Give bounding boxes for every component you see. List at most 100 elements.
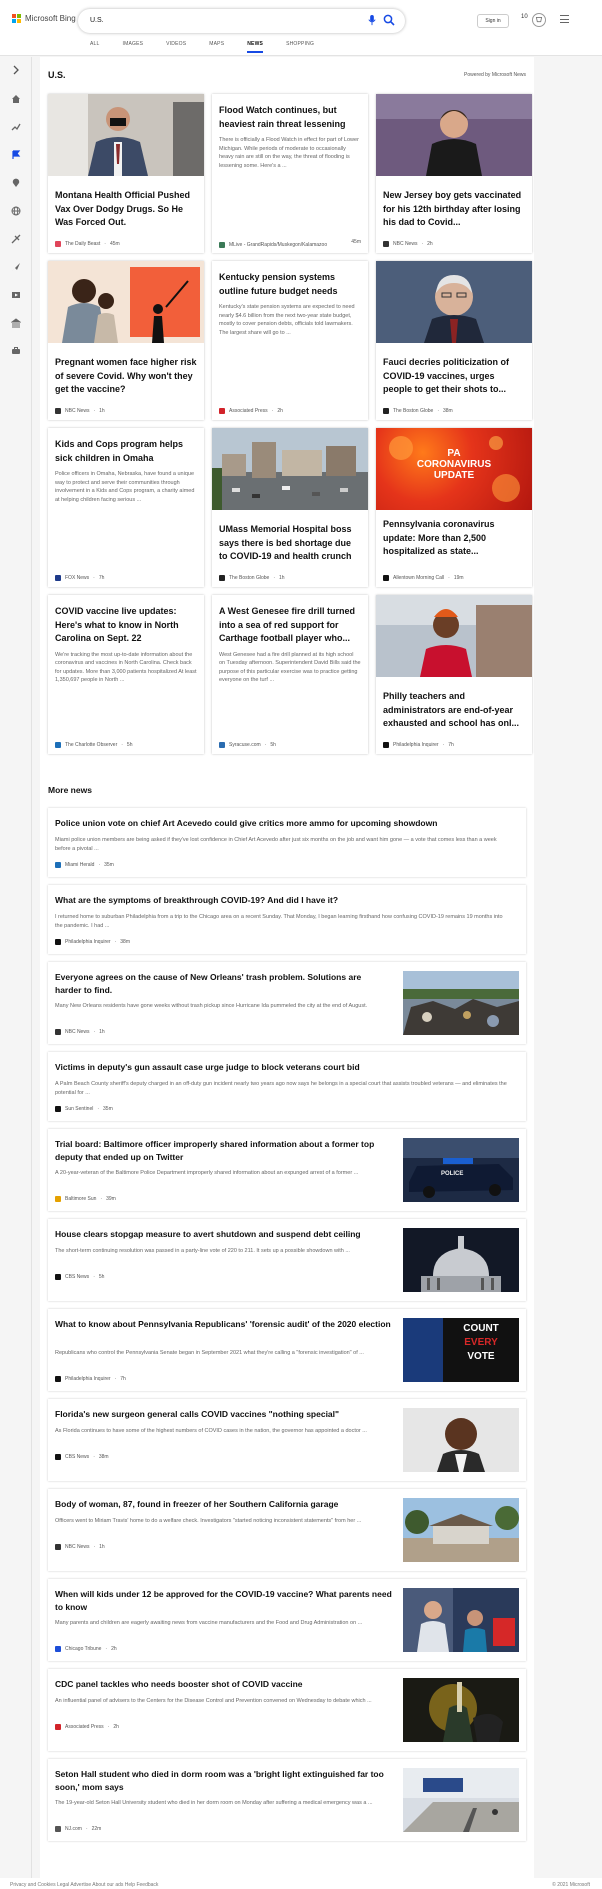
card-source: The Charlotte Observer · 5h	[55, 742, 132, 748]
card-image	[48, 94, 204, 176]
news-card[interactable]: Philly teachers and administrators are e…	[376, 595, 532, 754]
news-card[interactable]: Pregnant women face higher risk of sever…	[48, 261, 204, 420]
item-title[interactable]: Trial board: Baltimore officer improperl…	[55, 1138, 395, 1163]
item-title[interactable]: CDC panel tackles who needs booster shot…	[55, 1678, 395, 1691]
item-title[interactable]: Body of woman, 87, found in freezer of h…	[55, 1498, 395, 1511]
footer-links[interactable]: Privacy and Cookies Legal Advertise Abou…	[10, 1882, 158, 1888]
item-title[interactable]: House clears stopgap measure to avert sh…	[55, 1228, 395, 1241]
news-list-item[interactable]: What are the symptoms of breakthrough CO…	[48, 885, 526, 954]
news-card[interactable]: New Jersey boy gets vaccinated for his 1…	[376, 94, 532, 253]
news-card[interactable]: Montana Health Official Pushed Vax Over …	[48, 94, 204, 253]
powered-by[interactable]: Powered by Microsoft News	[464, 72, 526, 78]
card-title[interactable]: Pregnant women face higher risk of sever…	[48, 356, 204, 397]
card-title[interactable]: Fauci decries politicization of COVID-19…	[376, 356, 532, 397]
politics-icon[interactable]	[11, 318, 21, 328]
microphone-icon[interactable]	[367, 15, 377, 26]
business-icon[interactable]	[11, 346, 21, 356]
sun-sentinel-logo-icon	[55, 1106, 61, 1112]
card-title[interactable]: Montana Health Official Pushed Vax Over …	[48, 189, 204, 230]
card-title[interactable]: COVID vaccine live updates: Here's what …	[48, 605, 204, 646]
tab-videos[interactable]: VIDEOS	[166, 41, 186, 53]
trending-icon[interactable]	[11, 122, 21, 132]
news-list-item[interactable]: House clears stopgap measure to avert sh…	[48, 1219, 526, 1301]
item-snippet: Republicans who control the Pennsylvania…	[55, 1350, 364, 1356]
news-list-item[interactable]: When will kids under 12 be approved for …	[48, 1579, 526, 1661]
card-image: PA CORONAVIRUS UPDATE	[376, 428, 532, 510]
sign-in-button[interactable]: Sign in	[477, 14, 509, 28]
card-title[interactable]: Kids and Cops program helps sick childre…	[48, 438, 204, 465]
news-card[interactable]: Fauci decries politicization of COVID-19…	[376, 261, 532, 420]
news-card[interactable]: UMass Memorial Hospital boss says there …	[212, 428, 368, 587]
item-source: CBS News · 5h	[55, 1274, 104, 1280]
entertainment-icon[interactable]	[11, 290, 21, 300]
item-snippet: An influential panel of advisers to the …	[55, 1698, 372, 1704]
item-title[interactable]: Everyone agrees on the cause of New Orle…	[55, 971, 385, 996]
search-query[interactable]: U.S.	[90, 17, 104, 24]
news-card[interactable]: A West Genesee fire drill turned into a …	[212, 595, 368, 754]
card-title[interactable]: Kentucky pension systems outline future …	[212, 271, 368, 298]
card-snippet: We're tracking the most up-to-date infor…	[55, 651, 197, 684]
hamburger-menu-icon[interactable]	[560, 15, 569, 26]
news-list-item[interactable]: What to know about Pennsylvania Republic…	[48, 1309, 526, 1391]
card-title[interactable]: New Jersey boy gets vaccinated for his 1…	[376, 189, 532, 230]
item-title[interactable]: What are the symptoms of breakthrough CO…	[55, 894, 519, 907]
tab-images[interactable]: IMAGES	[123, 41, 144, 53]
search-box[interactable]: U.S.	[78, 9, 405, 33]
page-title: U.S.	[48, 70, 66, 80]
news-card[interactable]: PA CORONAVIRUS UPDATE Pennsylvania coron…	[376, 428, 532, 587]
flag-icon[interactable]	[11, 150, 21, 160]
tab-news[interactable]: NEWS	[247, 41, 264, 53]
baltimore-sun-logo-icon	[55, 1196, 61, 1202]
rewards-icon[interactable]	[532, 13, 546, 27]
science-icon[interactable]	[11, 262, 21, 272]
cbs-logo-icon	[55, 1274, 61, 1280]
card-image	[376, 261, 532, 343]
item-title[interactable]: When will kids under 12 be approved for …	[55, 1588, 395, 1613]
news-list-item[interactable]: CDC panel tackles who needs booster shot…	[48, 1669, 526, 1751]
njcom-logo-icon	[55, 1826, 61, 1832]
search-icon[interactable]	[383, 14, 395, 26]
news-list-item[interactable]: Trial board: Baltimore officer improperl…	[48, 1129, 526, 1211]
news-list-item[interactable]: Florida's new surgeon general calls COVI…	[48, 1399, 526, 1481]
bing-logo[interactable]: Microsoft Bing	[12, 14, 76, 23]
item-title[interactable]: Seton Hall student who died in dorm room…	[55, 1768, 395, 1793]
item-title[interactable]: Florida's new surgeon general calls COVI…	[55, 1408, 395, 1421]
item-snippet: Many New Orleans residents have gone wee…	[55, 1003, 368, 1009]
sports-icon[interactable]	[11, 234, 21, 244]
item-thumbnail	[403, 1408, 519, 1472]
news-list-item[interactable]: Victims in deputy's gun assault case urg…	[48, 1052, 526, 1121]
card-title[interactable]: UMass Memorial Hospital boss says there …	[212, 523, 368, 564]
item-title[interactable]: Victims in deputy's gun assault case urg…	[55, 1061, 519, 1074]
card-title[interactable]: Pennsylvania coronavirus update: More th…	[376, 518, 532, 559]
news-list-item[interactable]: Police union vote on chief Art Acevedo c…	[48, 808, 526, 877]
news-list-item[interactable]: Seton Hall student who died in dorm room…	[48, 1759, 526, 1841]
expand-icon[interactable]	[11, 65, 21, 75]
card-title[interactable]: Flood Watch continues, but heaviest rain…	[212, 104, 368, 131]
card-source: The Boston Globe · 1h	[219, 575, 285, 581]
globe-icon[interactable]	[11, 206, 21, 216]
tab-shopping[interactable]: SHOPPING	[286, 41, 314, 53]
rewards-count[interactable]: 10	[521, 14, 528, 20]
item-snippet: A Palm Beach County sheriff's deputy cha…	[55, 1081, 507, 1096]
item-title[interactable]: Police union vote on chief Art Acevedo c…	[55, 817, 519, 830]
news-list-item[interactable]: Everyone agrees on the cause of New Orle…	[48, 962, 526, 1044]
card-title[interactable]: A West Genesee fire drill turned into a …	[212, 605, 368, 646]
card-source: The Boston Globe · 38m	[383, 408, 453, 414]
news-card[interactable]: Kids and Cops program helps sick childre…	[48, 428, 204, 587]
location-icon[interactable]	[11, 178, 21, 188]
footer: Privacy and Cookies Legal Advertise Abou…	[0, 1878, 602, 1889]
tab-maps[interactable]: MAPS	[209, 41, 224, 53]
card-source: NBC News · 2h	[383, 241, 433, 247]
thumb-text: COUNT	[463, 1323, 499, 1334]
news-card[interactable]: Flood Watch continues, but heaviest rain…	[212, 94, 368, 253]
tab-all[interactable]: ALL	[90, 41, 100, 53]
home-icon[interactable]	[11, 94, 21, 104]
item-title[interactable]: What to know about Pennsylvania Republic…	[55, 1318, 395, 1331]
card-title[interactable]: Philly teachers and administrators are e…	[376, 690, 532, 731]
news-list-item[interactable]: Body of woman, 87, found in freezer of h…	[48, 1489, 526, 1571]
image-text-line: PA	[447, 448, 461, 459]
item-source: Baltimore Sun · 39m	[55, 1196, 116, 1202]
news-card[interactable]: Kentucky pension systems outline future …	[212, 261, 368, 420]
news-card[interactable]: COVID vaccine live updates: Here's what …	[48, 595, 204, 754]
daily-beast-logo-icon	[55, 241, 61, 247]
